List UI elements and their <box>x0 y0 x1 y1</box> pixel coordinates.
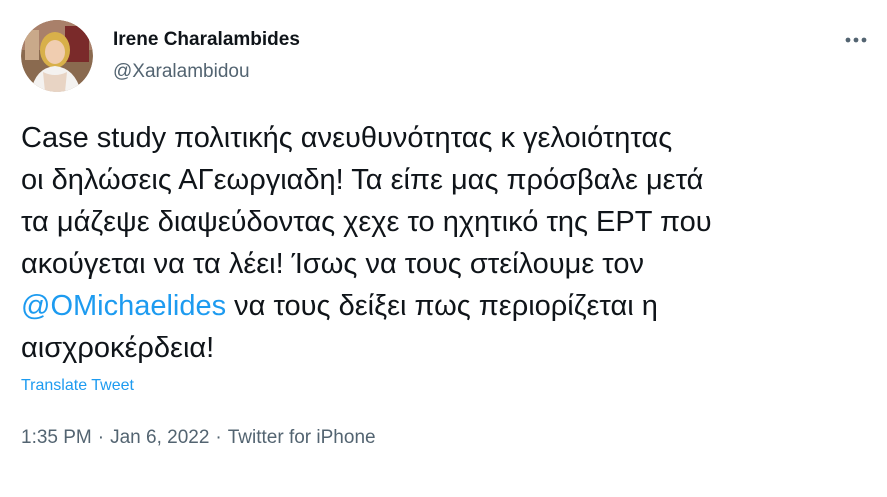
tweet-card: Irene Charalambides @Xaralambidou Case s… <box>0 0 887 497</box>
more-horizontal-icon <box>845 37 867 43</box>
tweet-text-line: Case study πολιτικής ανευθυνότητας κ γελ… <box>21 122 673 154</box>
author-handle[interactable]: @Xaralambidou <box>113 61 250 83</box>
tweet-time-link[interactable]: 1:35 PM · Jan 6, 2022 <box>21 427 209 448</box>
tweet-text: Case study πολιτικής ανευθυνότητας κ γελ… <box>21 117 871 369</box>
tweet-text-fragment: να τους δείξει πως περιορίζεται η <box>226 290 658 322</box>
meta-separator: · <box>215 427 222 448</box>
tweet-metadata: 1:35 PM · Jan 6, 2022 · Twitter for iPhone <box>21 427 376 449</box>
more-options-button[interactable] <box>836 28 876 52</box>
tweet-date: Jan 6, 2022 <box>110 427 210 448</box>
avatar-photo <box>21 20 93 92</box>
tweet-text-line: οι δηλώσεις ΑΓεωργιαδη! Τα είπε μας πρόσ… <box>21 164 704 196</box>
tweet-source-link[interactable]: Twitter for iPhone <box>228 427 376 448</box>
author-name[interactable]: Irene Charalambides <box>113 29 300 51</box>
tweet-time: 1:35 PM <box>21 427 92 448</box>
translate-tweet-link[interactable]: Translate Tweet <box>21 377 134 395</box>
tweet-text-line: τα μάζεψε διαψεύδοντας χεχε το ηχητικό τ… <box>21 206 712 238</box>
avatar[interactable] <box>21 20 93 92</box>
mention-link[interactable]: @OMichaelides <box>21 290 226 322</box>
tweet-text-line: ακούγεται να τα λέει! Ίσως να τους στείλ… <box>21 248 644 280</box>
tweet-text-line: @OMichaelides να τους δείξει πως περιορί… <box>21 285 871 327</box>
tweet-text-line: αισχροκέρδεια! <box>21 332 215 364</box>
meta-separator: · <box>97 427 105 448</box>
